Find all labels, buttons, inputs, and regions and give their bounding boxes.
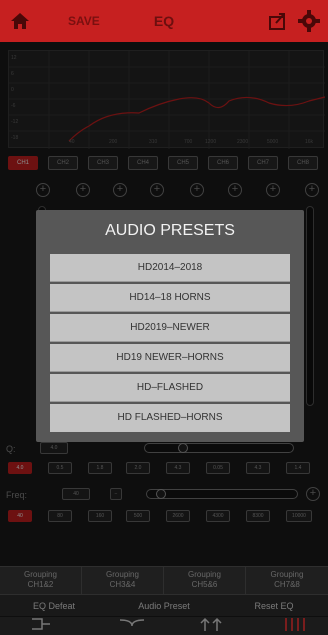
delay-gain-icon[interactable]	[198, 616, 224, 632]
audio-presets-dialog: AUDIO PRESETS HD2014–2018 HD14–18 HORNS …	[36, 210, 304, 442]
share-icon[interactable]	[268, 11, 288, 31]
top-bar: SAVE EQ	[0, 0, 328, 42]
gear-icon[interactable]	[298, 10, 320, 32]
preset-item[interactable]: HD14–18 HORNS	[50, 284, 290, 312]
preset-item[interactable]: HD19 NEWER–HORNS	[50, 344, 290, 372]
preset-item[interactable]: HD2014–2018	[50, 254, 290, 282]
preset-item[interactable]: HD–FLASHED	[50, 374, 290, 402]
bottom-nav	[0, 616, 328, 635]
preset-item[interactable]: HD2019–NEWER	[50, 314, 290, 342]
eq-icon[interactable]	[282, 616, 306, 632]
summing-icon[interactable]	[30, 616, 52, 632]
dialog-title: AUDIO PRESETS	[105, 222, 235, 239]
crossover-icon[interactable]	[118, 616, 146, 632]
preset-item[interactable]: HD FLASHED–HORNS	[50, 404, 290, 432]
app-root: SAVE EQ 12 6 0 -6 -12 -18 40 200 310 700…	[0, 0, 328, 635]
